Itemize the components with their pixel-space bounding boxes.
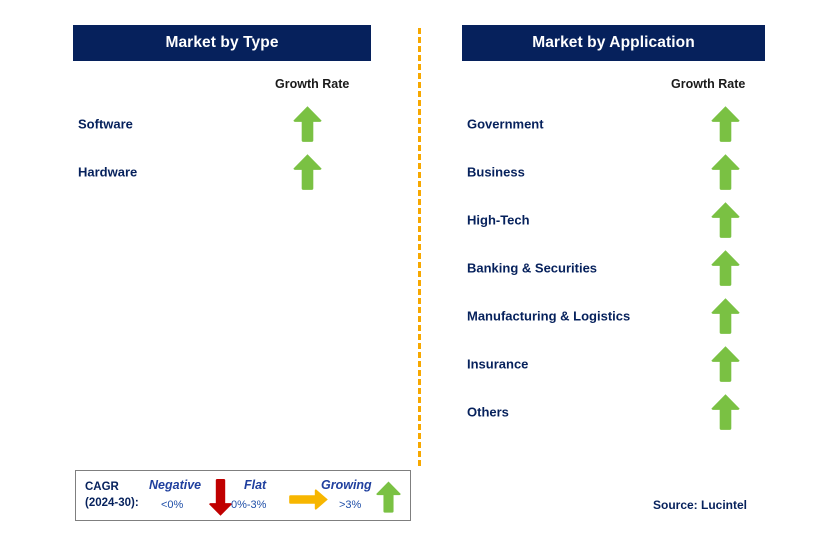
segment-label: Software bbox=[78, 116, 133, 132]
segment-label: Government bbox=[467, 116, 544, 132]
source-note: Source: Lucintel bbox=[653, 498, 748, 512]
table-row: Others bbox=[462, 392, 765, 432]
segment-label: Others bbox=[467, 404, 509, 420]
legend-range-flat: 0%-3% bbox=[231, 499, 267, 511]
legend-range-negative: <0% bbox=[161, 499, 184, 511]
segment-label: High-Tech bbox=[467, 212, 530, 228]
table-row: Banking & Securities bbox=[462, 248, 765, 288]
legend: CAGR (2024-30): Negative <0% Flat 0%-3% … bbox=[75, 470, 411, 521]
segment-label: Business bbox=[467, 164, 525, 180]
segment-label: Insurance bbox=[467, 356, 529, 372]
growth-rate-caption-left: Growth Rate bbox=[275, 77, 350, 91]
segment-label: Manufacturing & Logistics bbox=[467, 308, 631, 324]
column-header-market-by-application: Market by Application bbox=[462, 25, 765, 61]
table-row: Manufacturing & Logistics bbox=[462, 296, 765, 336]
table-row: Business bbox=[462, 152, 765, 192]
legend-term-flat: Flat bbox=[244, 478, 267, 492]
arrow-up-green-icon bbox=[710, 201, 741, 239]
table-row: Government bbox=[462, 104, 765, 144]
legend-range-growing: >3% bbox=[339, 499, 362, 511]
legend-term-growing: Growing bbox=[321, 478, 372, 492]
arrow-up-green-icon bbox=[292, 153, 323, 191]
legend-term-negative: Negative bbox=[149, 478, 202, 492]
arrow-up-green-icon bbox=[710, 249, 741, 287]
vertical-dashed-divider bbox=[418, 28, 421, 466]
legend-cagr-label: CAGR (2024-30): bbox=[85, 479, 139, 511]
arrow-up-green-icon bbox=[710, 297, 741, 335]
table-row: Insurance bbox=[462, 344, 765, 384]
table-row: Software bbox=[73, 104, 371, 144]
arrow-down-red-icon bbox=[208, 477, 233, 517]
arrow-up-green-icon bbox=[710, 393, 741, 431]
segment-label: Banking & Securities bbox=[467, 260, 598, 276]
arrow-up-green-icon bbox=[710, 105, 741, 143]
table-row: Hardware bbox=[73, 152, 371, 192]
column-title-text: Market by Application bbox=[532, 34, 695, 51]
column-title-text: Market by Type bbox=[165, 34, 279, 51]
arrow-up-green-icon bbox=[292, 105, 323, 143]
legend-cagr-line2: (2024-30): bbox=[85, 497, 139, 509]
column-header-market-by-type: Market by Type bbox=[73, 25, 371, 61]
segment-label: Hardware bbox=[78, 164, 138, 180]
arrow-up-green-icon bbox=[375, 477, 402, 517]
infographic-canvas: Market by Type Growth Rate Software Hard… bbox=[0, 0, 818, 542]
arrow-up-green-icon bbox=[710, 153, 741, 191]
growth-rate-caption-right: Growth Rate bbox=[671, 77, 746, 91]
table-row: High-Tech bbox=[462, 200, 765, 240]
legend-cagr-line1: CAGR bbox=[85, 481, 119, 493]
arrow-up-green-icon bbox=[710, 345, 741, 383]
